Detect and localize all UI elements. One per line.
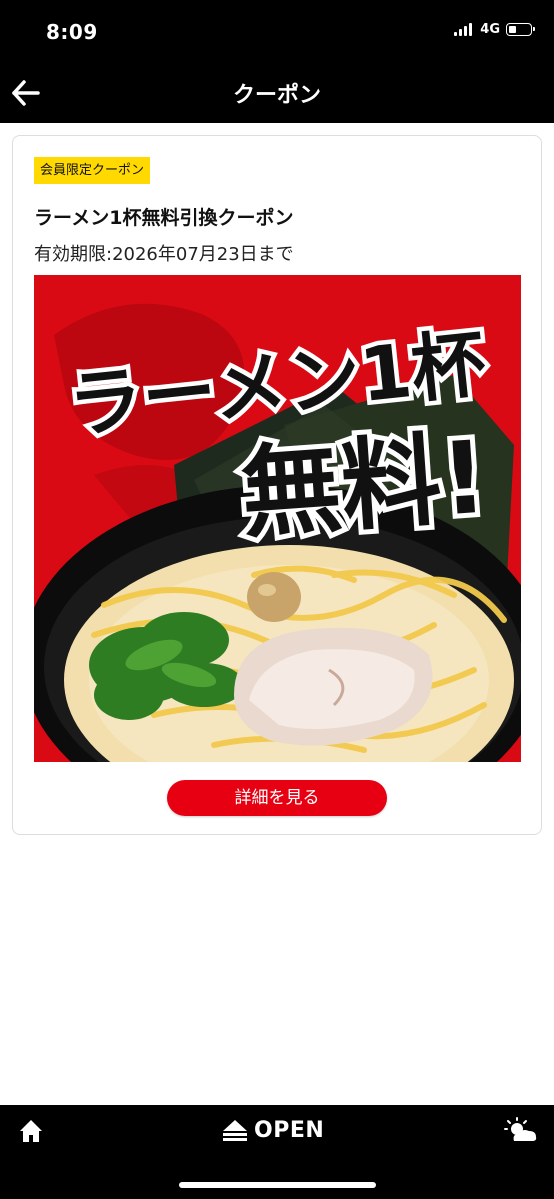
coupon-title: ラーメン1杯無料引換クーポン	[34, 207, 294, 229]
battery-icon	[506, 23, 535, 36]
home-button[interactable]	[18, 1118, 44, 1144]
network-type: 4G	[480, 22, 500, 37]
bottom-bar: OPEN	[0, 1105, 554, 1199]
open-label: OPEN	[254, 1117, 325, 1143]
weather-button[interactable]	[504, 1117, 538, 1145]
home-indicator	[179, 1182, 376, 1188]
view-details-button[interactable]: 詳細を見る	[167, 780, 387, 816]
top-bar: 8:09 4G クーポン	[0, 0, 554, 123]
image-headline-2: 無料!	[237, 419, 490, 553]
coupon-expiry: 有効期限:2026年07月23日まで	[34, 244, 294, 265]
coupon-image: ラーメン1杯 無料!	[34, 275, 521, 762]
ramen-illustration: ラーメン1杯 無料!	[34, 275, 521, 762]
eject-icon	[223, 1120, 247, 1141]
page-title: クーポン	[232, 83, 321, 108]
status-indicators: 4G	[454, 22, 535, 37]
open-button[interactable]: OPEN	[222, 1115, 324, 1145]
member-only-badge: 会員限定クーポン	[34, 157, 151, 184]
sun-cloud-icon	[504, 1117, 537, 1141]
signal-icon	[454, 23, 474, 36]
battery-level	[509, 26, 516, 33]
home-icon	[20, 1120, 42, 1142]
status-time: 8:09	[46, 20, 98, 44]
coupon-card: 会員限定クーポン ラーメン1杯無料引換クーポン 有効期限:2026年07月23日…	[12, 135, 542, 835]
